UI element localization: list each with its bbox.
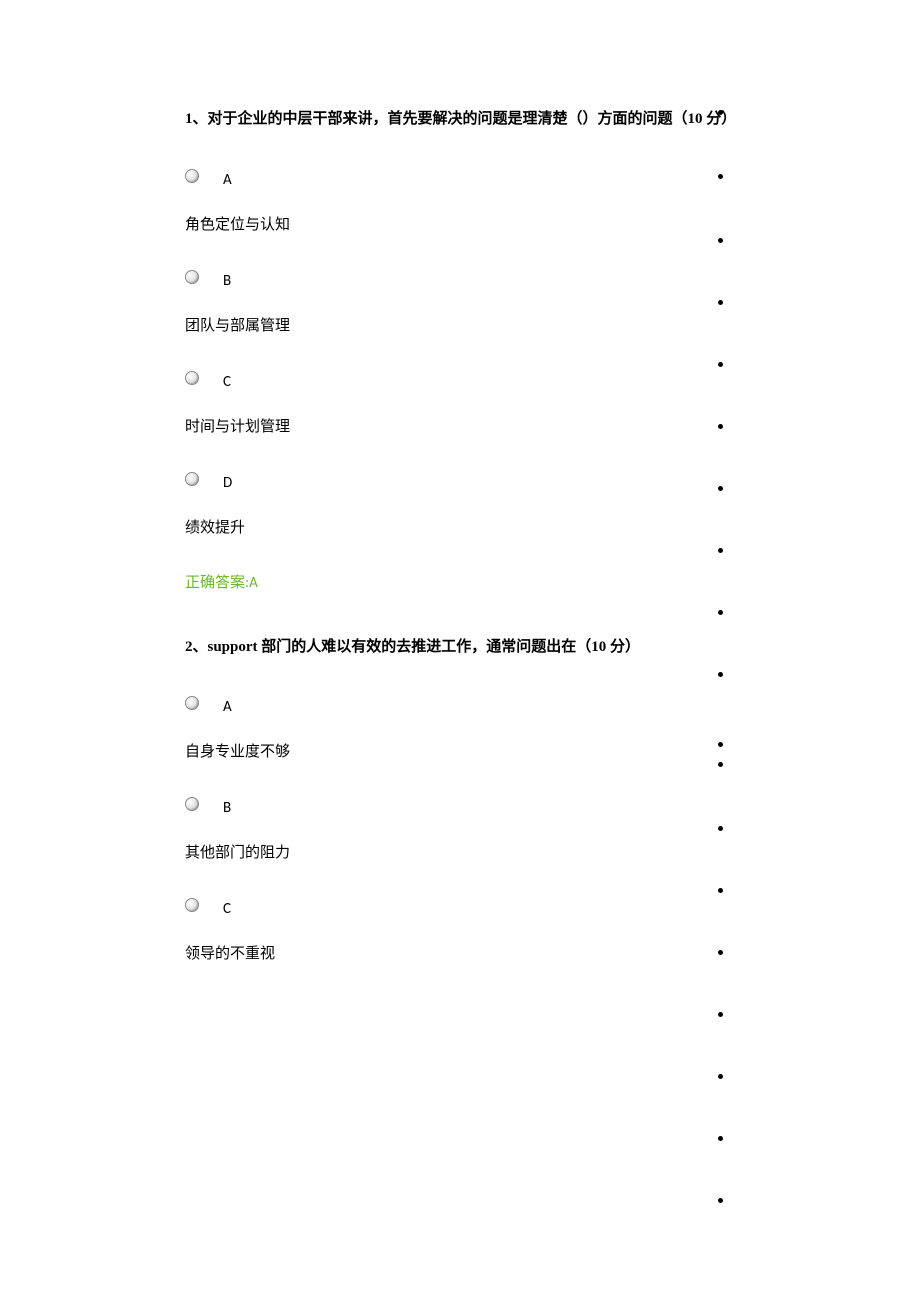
radio-icon[interactable]	[185, 898, 199, 912]
q2-option-a-letter: A	[223, 698, 232, 716]
q2-option-c-row: C	[185, 896, 745, 914]
bullet-icon	[718, 548, 723, 553]
bullet-icon	[718, 1074, 723, 1079]
bullet-icon	[718, 762, 723, 767]
q1-option-c-row: C	[185, 369, 745, 387]
q1-option-d-letter: D	[223, 474, 232, 492]
radio-icon[interactable]	[185, 696, 199, 710]
answer-letter: A	[249, 574, 258, 592]
bullet-icon	[718, 950, 723, 955]
question-1-stem: 1、对于企业的中层干部来讲，首先要解决的问题是理清楚（）方面的问题（10 分）	[185, 108, 745, 131]
q2-option-a-row: A	[185, 694, 745, 712]
radio-icon[interactable]	[185, 472, 199, 486]
bullet-icon	[718, 826, 723, 831]
bullet-icon	[718, 486, 723, 491]
bullet-icon	[718, 888, 723, 893]
bullet-icon	[718, 742, 723, 747]
bullet-icon	[718, 1136, 723, 1141]
q2-option-a-text: 自身专业度不够	[185, 740, 745, 761]
q2-option-b-row: B	[185, 795, 745, 813]
q1-option-a-letter: A	[223, 171, 232, 189]
radio-icon[interactable]	[185, 169, 199, 183]
q1-option-c-text: 时间与计划管理	[185, 415, 745, 436]
question-2-block: 2、support 部门的人难以有效的去推进工作，通常问题出在（10 分） A …	[185, 636, 745, 964]
question-2-stem: 2、support 部门的人难以有效的去推进工作，通常问题出在（10 分）	[185, 636, 745, 659]
q1-option-a-row: A	[185, 167, 745, 185]
q2-option-c-text: 领导的不重视	[185, 942, 745, 963]
q2-option-c-letter: C	[223, 900, 231, 918]
bullet-icon	[718, 174, 723, 179]
radio-icon[interactable]	[185, 371, 199, 385]
bullet-icon	[718, 362, 723, 367]
q1-option-b-text: 团队与部属管理	[185, 314, 745, 335]
q1-option-b-row: B	[185, 268, 745, 286]
radio-icon[interactable]	[185, 797, 199, 811]
bullet-icon	[718, 424, 723, 429]
radio-icon[interactable]	[185, 270, 199, 284]
bullet-icon	[718, 110, 723, 115]
q1-option-d-text: 绩效提升	[185, 516, 745, 537]
q1-option-d-row: D	[185, 470, 745, 488]
q1-correct-answer: 正确答案:A	[185, 571, 745, 592]
bullet-icon	[718, 300, 723, 305]
bullet-icon	[718, 238, 723, 243]
q1-option-c-letter: C	[223, 373, 231, 391]
q1-option-a-text: 角色定位与认知	[185, 213, 745, 234]
bullet-icon	[718, 1012, 723, 1017]
answer-label: 正确答案:	[185, 575, 249, 591]
document-content: 1、对于企业的中层干部来讲，首先要解决的问题是理清楚（）方面的问题（10 分） …	[185, 100, 745, 997]
q2-option-b-letter: B	[223, 799, 231, 817]
bullet-icon	[718, 672, 723, 677]
bullet-icon	[718, 610, 723, 615]
q1-option-b-letter: B	[223, 272, 231, 290]
q2-option-b-text: 其他部门的阻力	[185, 841, 745, 862]
bullet-icon	[718, 1198, 723, 1203]
